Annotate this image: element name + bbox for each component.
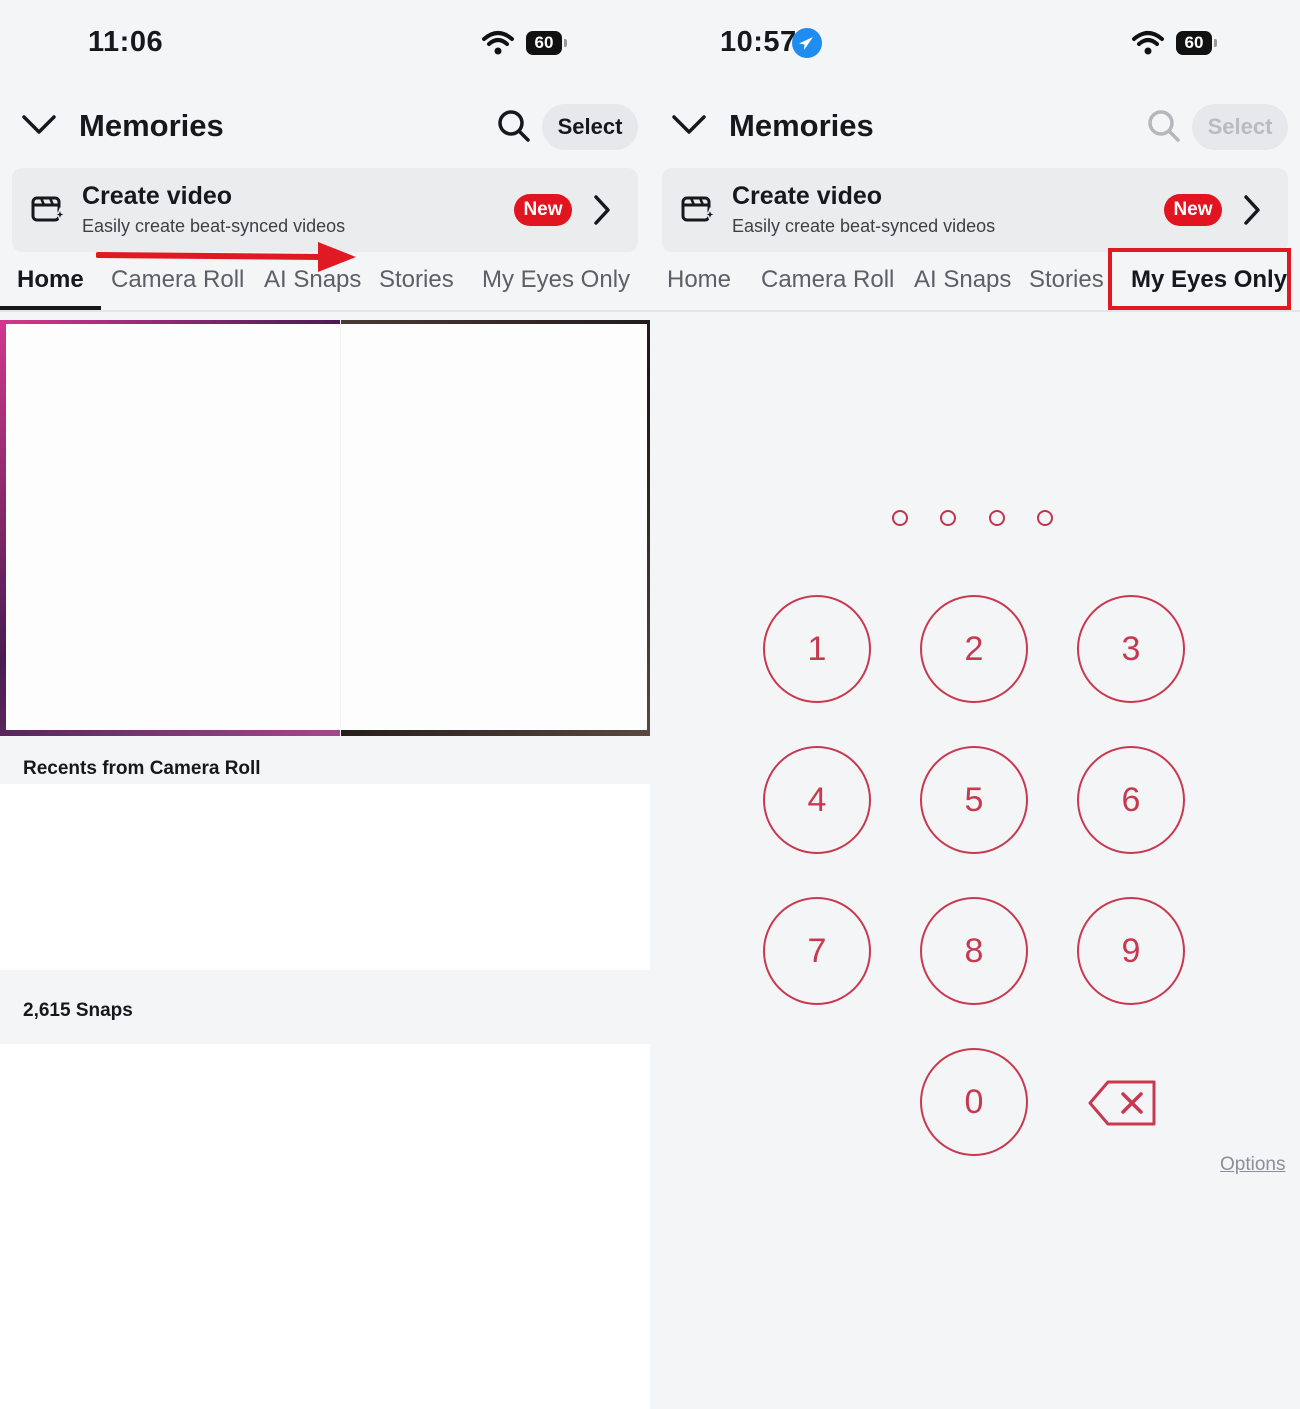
tab-my-eyes-only[interactable]: My Eyes Only	[482, 266, 630, 294]
tab-camera-roll[interactable]: Camera Roll	[761, 266, 894, 294]
select-button[interactable]: Select	[1192, 104, 1288, 150]
battery-icon: 60	[1176, 31, 1217, 55]
battery-icon: 60	[526, 31, 567, 55]
new-badge: New	[514, 194, 572, 226]
keypad-key-3[interactable]: 3	[1077, 595, 1185, 703]
keypad-key-9[interactable]: 9	[1077, 897, 1185, 1005]
keypad-key-6[interactable]: 6	[1077, 746, 1185, 854]
pin-dot	[892, 510, 908, 526]
search-icon[interactable]	[496, 108, 532, 149]
wifi-icon	[482, 30, 514, 61]
new-badge: New	[1164, 194, 1222, 226]
annotation-highlight-box	[1108, 248, 1291, 310]
keypad-key-2[interactable]: 2	[920, 595, 1028, 703]
status-bar: 10:57 60	[650, 0, 1300, 90]
snaps-grid[interactable]	[0, 1044, 650, 1409]
recents-heading: Recents from Camera Roll	[23, 758, 261, 779]
keypad-key-0[interactable]: 0	[920, 1048, 1028, 1156]
chevron-down-icon[interactable]	[22, 114, 56, 141]
memories-header: Memories Select	[650, 100, 1300, 156]
page-title: Memories	[729, 108, 874, 143]
my-eyes-only-screen: 10:57 60 Memories Select Create video Ea…	[650, 0, 1300, 1409]
chevron-right-icon[interactable]	[1242, 194, 1262, 231]
pin-dot	[989, 510, 1005, 526]
keypad-key-5[interactable]: 5	[920, 746, 1028, 854]
memory-thumbnail[interactable]	[341, 320, 650, 736]
card-subtitle: Easily create beat-synced videos	[82, 216, 346, 236]
search-icon[interactable]	[1146, 108, 1182, 149]
memory-thumbnail[interactable]	[0, 320, 340, 736]
video-sparkle-icon	[680, 192, 718, 231]
options-link[interactable]: Options	[1220, 1154, 1285, 1176]
chevron-right-icon[interactable]	[592, 194, 612, 231]
annotation-arrow	[95, 238, 358, 279]
memories-grid	[0, 320, 650, 736]
snaps-count: 2,615 Snaps	[23, 1000, 133, 1021]
pin-dot	[940, 510, 956, 526]
backspace-icon[interactable]	[1088, 1080, 1156, 1131]
keypad-key-8[interactable]: 8	[920, 897, 1028, 1005]
select-button[interactable]: Select	[542, 104, 638, 150]
status-time: 10:57	[720, 26, 797, 58]
video-sparkle-icon	[30, 192, 68, 231]
tab-stories[interactable]: Stories	[1029, 266, 1104, 294]
location-arrow-icon	[792, 28, 822, 58]
status-bar: 11:06 60	[0, 0, 650, 90]
create-video-card[interactable]: Create video Easily create beat-synced v…	[662, 168, 1288, 252]
tab-home[interactable]: Home	[17, 266, 84, 294]
recents-strip[interactable]	[0, 784, 650, 970]
card-title: Create video	[82, 182, 233, 210]
memories-tabs: Home Camera Roll AI Snaps Stories My Eye…	[650, 248, 1300, 312]
chevron-down-icon[interactable]	[672, 114, 706, 141]
tab-home[interactable]: Home	[667, 266, 731, 294]
status-time: 11:06	[88, 26, 164, 58]
memories-header: Memories Select	[0, 100, 650, 156]
card-subtitle: Easily create beat-synced videos	[732, 216, 996, 236]
tab-stories[interactable]: Stories	[379, 266, 454, 294]
page-title: Memories	[79, 108, 224, 143]
keypad-key-1[interactable]: 1	[763, 595, 871, 703]
keypad-key-7[interactable]: 7	[763, 897, 871, 1005]
tab-ai-snaps[interactable]: AI Snaps	[914, 266, 1011, 294]
memories-home-screen: 11:06 60 Memories Select Create video Ea…	[0, 0, 650, 1409]
pin-dot	[1037, 510, 1053, 526]
wifi-icon	[1132, 30, 1164, 61]
active-tab-indicator	[0, 306, 101, 310]
keypad-key-4[interactable]: 4	[763, 746, 871, 854]
card-title: Create video	[732, 182, 883, 210]
